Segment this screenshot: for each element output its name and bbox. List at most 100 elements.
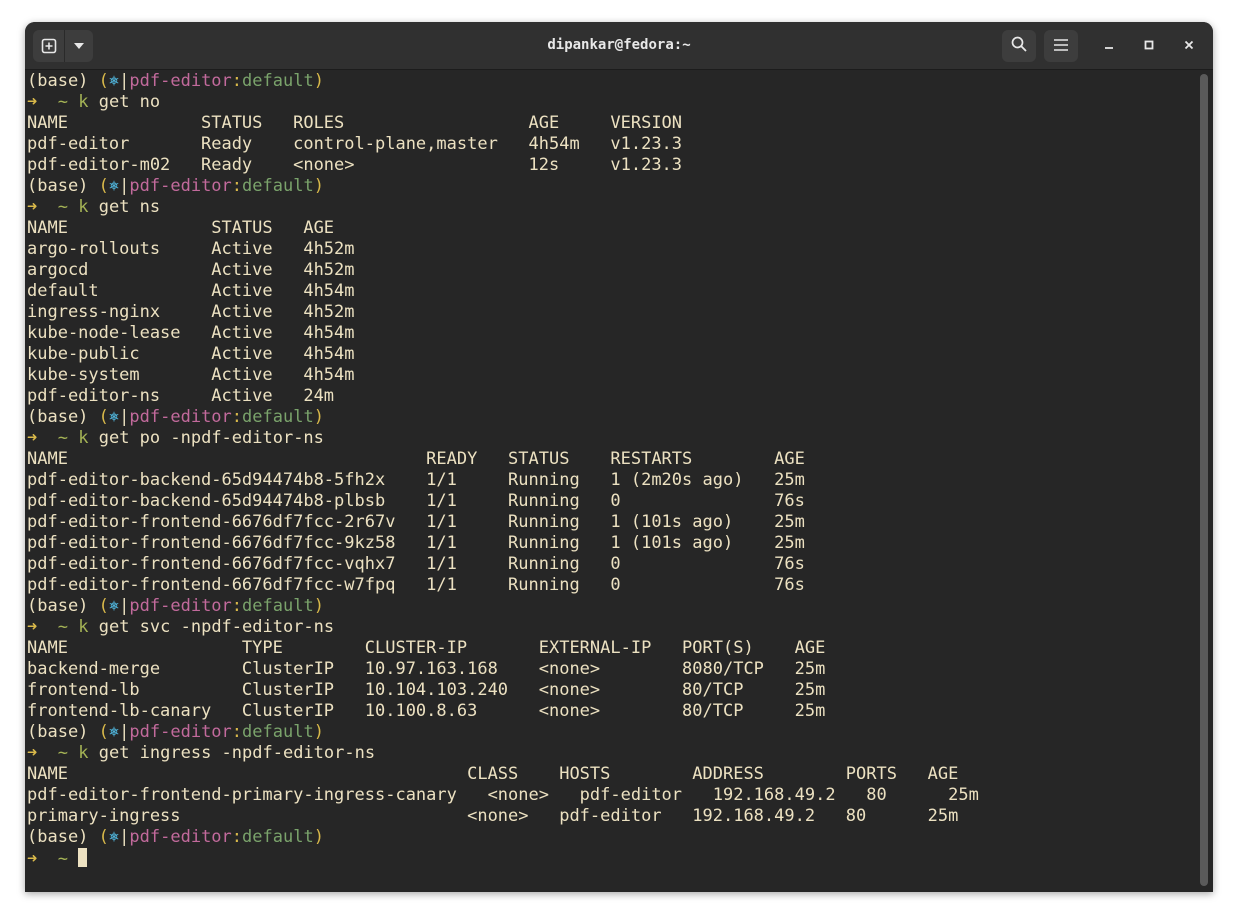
command-text: get ns xyxy=(98,197,161,217)
output-row: NAME TYPE CLUSTER-IP EXTERNAL-IP PORT(S)… xyxy=(27,638,826,658)
titlebar: dipankar@fedora:~ xyxy=(25,22,1213,70)
output-row: argo-rollouts Active 4h52m xyxy=(27,239,355,259)
prompt-separator: | xyxy=(119,176,130,196)
prompt-colon: : xyxy=(231,827,243,847)
output-row: NAME READY STATUS RESTARTS AGE xyxy=(27,449,805,469)
menu-button[interactable] xyxy=(1044,30,1078,62)
kube-namespace: default xyxy=(242,827,314,847)
prompt-colon: : xyxy=(231,596,243,616)
search-button[interactable] xyxy=(1002,30,1036,62)
prompt-paren: ) xyxy=(313,407,324,427)
kubectl-alias: k xyxy=(78,197,89,217)
kubectl-alias: k xyxy=(78,92,89,112)
output-row: kube-node-lease Active 4h54m xyxy=(27,323,355,343)
command-text: get ingress -npdf-editor-ns xyxy=(98,743,376,763)
kubernetes-helm-icon: ⎈ xyxy=(108,827,120,847)
command-line: ➜ ~ k get ingress -npdf-editor-ns xyxy=(27,743,1197,764)
prompt-context-line: (base) (⎈|pdf-editor:default) xyxy=(27,71,1197,92)
kubectl-alias: k xyxy=(78,428,89,448)
cwd-tilde: ~ xyxy=(57,428,68,448)
command-line: ➜ ~ k get ns xyxy=(27,197,1197,218)
cwd-tilde: ~ xyxy=(57,197,68,217)
prompt-paren: ( xyxy=(98,407,109,427)
output-row: ingress-nginx Active 4h52m xyxy=(27,302,355,322)
kube-namespace: default xyxy=(242,722,314,742)
cwd-tilde: ~ xyxy=(57,743,68,763)
conda-env-label: (base) xyxy=(27,722,89,742)
kubernetes-helm-icon: ⎈ xyxy=(108,722,120,742)
output-row: NAME STATUS ROLES AGE VERSION xyxy=(27,113,683,133)
output-row: pdf-editor-m02 Ready <none> 12s v1.23.3 xyxy=(27,155,683,175)
prompt-context-line: (base) (⎈|pdf-editor:default) xyxy=(27,722,1197,743)
prompt-paren: ( xyxy=(98,176,109,196)
close-icon xyxy=(1184,39,1194,54)
prompt-context-line: (base) (⎈|pdf-editor:default) xyxy=(27,596,1197,617)
kubectl-alias: k xyxy=(78,743,89,763)
output-row: NAME STATUS AGE xyxy=(27,218,335,238)
kube-context: pdf-editor xyxy=(129,407,232,427)
prompt-arrow-icon: ➜ xyxy=(27,743,38,763)
kube-context: pdf-editor xyxy=(129,827,232,847)
kube-namespace: default xyxy=(242,71,314,91)
prompt-paren: ( xyxy=(98,722,109,742)
kubectl-alias: k xyxy=(78,617,89,637)
command-line: ➜ ~ k get svc -npdf-editor-ns xyxy=(27,617,1197,638)
minimize-button[interactable] xyxy=(1096,33,1122,59)
conda-env-label: (base) xyxy=(27,176,89,196)
command-line: ➜ ~ xyxy=(27,848,1197,869)
output-row: pdf-editor-frontend-6676df7fcc-2r67v 1/1… xyxy=(27,512,805,532)
prompt-arrow-icon: ➜ xyxy=(27,197,38,217)
maximize-button[interactable] xyxy=(1136,33,1162,59)
hamburger-menu-icon xyxy=(1053,37,1069,56)
output-row: pdf-editor-backend-65d94474b8-5fh2x 1/1 … xyxy=(27,470,805,490)
prompt-context-line: (base) (⎈|pdf-editor:default) xyxy=(27,827,1197,848)
command-text: get po -npdf-editor-ns xyxy=(98,428,324,448)
kube-namespace: default xyxy=(242,596,314,616)
kube-namespace: default xyxy=(242,176,314,196)
conda-env-label: (base) xyxy=(27,407,89,427)
command-text: get svc -npdf-editor-ns xyxy=(98,617,335,637)
prompt-colon: : xyxy=(231,176,243,196)
new-tab-button[interactable] xyxy=(33,30,93,62)
output-row: default Active 4h54m xyxy=(27,281,355,301)
output-row: argocd Active 4h52m xyxy=(27,260,355,280)
terminal-window: dipankar@fedora:~ (base) (⎈|pdf-editor:d… xyxy=(25,22,1213,892)
scrollbar-thumb[interactable] xyxy=(1200,74,1208,886)
output-row: backend-merge ClusterIP 10.97.163.168 <n… xyxy=(27,659,826,679)
command-text: get no xyxy=(98,92,161,112)
maximize-icon xyxy=(1144,39,1154,54)
prompt-paren: ) xyxy=(313,596,324,616)
kube-context: pdf-editor xyxy=(129,71,232,91)
prompt-separator: | xyxy=(119,71,130,91)
output-row: pdf-editor-backend-65d94474b8-plbsb 1/1 … xyxy=(27,491,805,511)
kubernetes-helm-icon: ⎈ xyxy=(108,596,120,616)
prompt-arrow-icon: ➜ xyxy=(27,428,38,448)
text-cursor xyxy=(78,848,88,867)
search-icon xyxy=(1011,36,1027,56)
output-row: frontend-lb-canary ClusterIP 10.100.8.63… xyxy=(27,701,826,721)
conda-env-label: (base) xyxy=(27,71,89,91)
prompt-colon: : xyxy=(231,722,243,742)
prompt-paren: ) xyxy=(313,71,324,91)
cwd-tilde: ~ xyxy=(57,617,68,637)
kubernetes-helm-icon: ⎈ xyxy=(108,71,120,91)
terminal-output[interactable]: (base) (⎈|pdf-editor:default) ➜ ~ k get n… xyxy=(27,71,1197,891)
prompt-arrow-icon: ➜ xyxy=(27,617,38,637)
prompt-arrow-icon: ➜ xyxy=(27,92,38,112)
prompt-paren: ( xyxy=(98,596,109,616)
tab-menu-chevron-down-icon[interactable] xyxy=(63,30,93,62)
conda-env-label: (base) xyxy=(27,827,89,847)
output-row: kube-public Active 4h54m xyxy=(27,344,355,364)
output-row: pdf-editor Ready control-plane,master 4h… xyxy=(27,134,683,154)
output-row: kube-system Active 4h54m xyxy=(27,365,355,385)
cwd-tilde: ~ xyxy=(57,92,68,112)
close-button[interactable] xyxy=(1176,33,1202,59)
prompt-arrow-icon: ➜ xyxy=(27,849,38,869)
prompt-context-line: (base) (⎈|pdf-editor:default) xyxy=(27,407,1197,428)
kube-namespace: default xyxy=(242,407,314,427)
command-line: ➜ ~ k get no xyxy=(27,92,1197,113)
output-row: pdf-editor-frontend-6676df7fcc-9kz58 1/1… xyxy=(27,533,805,553)
kube-context: pdf-editor xyxy=(129,722,232,742)
output-row: pdf-editor-frontend-6676df7fcc-w7fpq 1/1… xyxy=(27,575,805,595)
minimize-icon xyxy=(1104,39,1114,54)
